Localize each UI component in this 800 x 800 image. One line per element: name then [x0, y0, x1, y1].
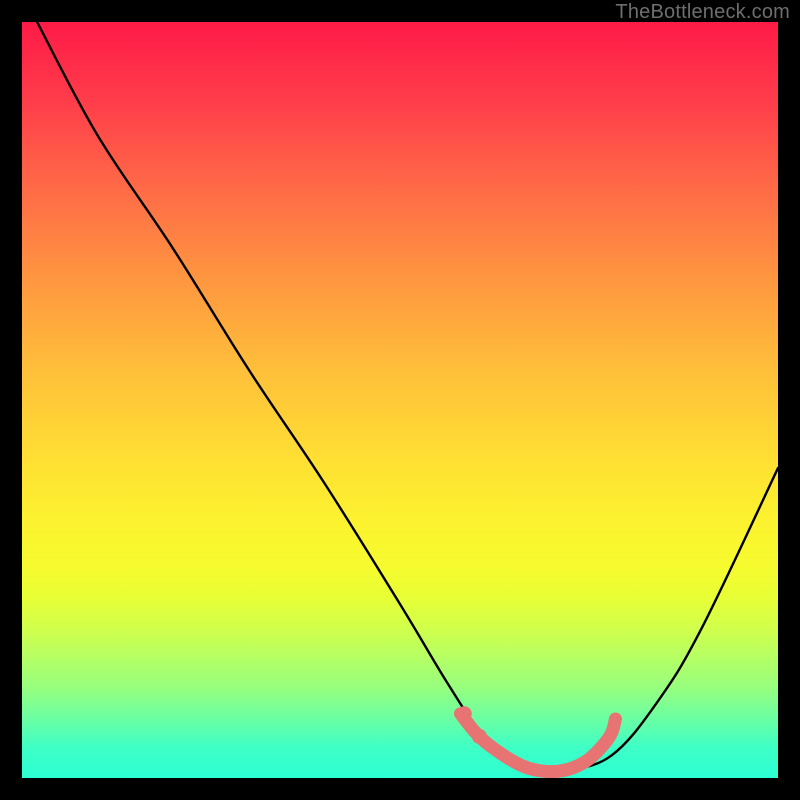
optimal-segment — [460, 714, 615, 772]
optimal-dot — [457, 706, 472, 721]
bottleneck-curve — [37, 22, 778, 772]
chart-overlay — [22, 22, 778, 778]
attribution-text: TheBottleneck.com — [615, 1, 790, 24]
optimal-dot — [472, 729, 487, 744]
